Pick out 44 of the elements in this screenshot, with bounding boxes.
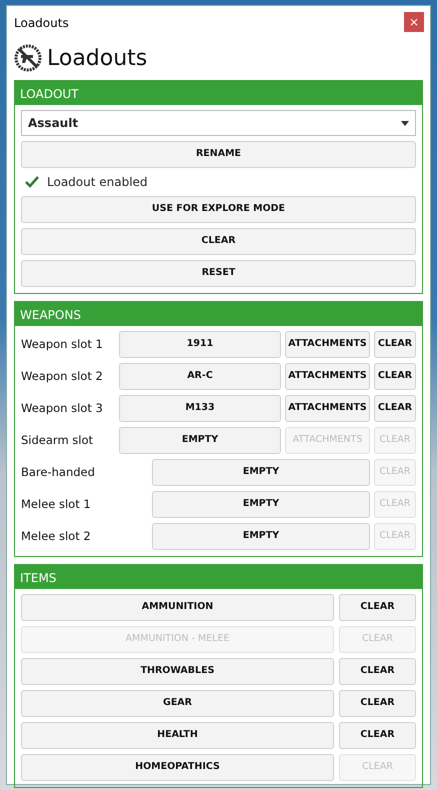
window-title: Loadouts bbox=[14, 15, 69, 32]
loadout-action-button[interactable]: RESET bbox=[21, 260, 416, 287]
rename-button[interactable]: RENAME bbox=[21, 141, 416, 168]
weapon-select-button[interactable]: M133 bbox=[119, 395, 281, 422]
weapon-select-button[interactable]: EMPTY bbox=[119, 427, 281, 454]
slot-label: Weapon slot 1 bbox=[21, 336, 104, 353]
slot-label: Sidearm slot bbox=[21, 432, 94, 449]
section-header: WEAPONS bbox=[15, 302, 422, 326]
slot-label: Weapon slot 3 bbox=[21, 400, 104, 417]
weapon-select-button[interactable]: EMPTY bbox=[152, 523, 370, 550]
logo-icon bbox=[13, 43, 43, 73]
section-header: LOADOUT bbox=[15, 81, 422, 105]
item-category-button[interactable]: GEAR bbox=[21, 690, 334, 717]
loadout-action-button[interactable]: CLEAR bbox=[21, 228, 416, 255]
clear-button[interactable]: CLEAR bbox=[339, 658, 416, 685]
slot-label: Melee slot 2 bbox=[21, 528, 92, 545]
loadout-dropdown[interactable]: Assault bbox=[21, 110, 416, 136]
checkbox[interactable] bbox=[25, 175, 39, 189]
loadout-action-button[interactable]: USE FOR EXPLORE MODE bbox=[21, 196, 416, 223]
caret-icon bbox=[401, 120, 409, 126]
item-category-button[interactable]: THROWABLES bbox=[21, 658, 334, 685]
clear-button[interactable]: CLEAR bbox=[374, 395, 416, 422]
clear-button[interactable]: CLEAR bbox=[374, 363, 416, 390]
weapon-select-button[interactable]: EMPTY bbox=[152, 491, 370, 518]
close-button[interactable]: × bbox=[404, 12, 424, 32]
slot-label: Melee slot 1 bbox=[21, 496, 92, 513]
slot-label: Weapon slot 2 bbox=[21, 368, 104, 385]
clear-button[interactable]: CLEAR bbox=[339, 690, 416, 717]
section-header: ITEMS bbox=[15, 565, 422, 589]
weapon-select-button[interactable]: 1911 bbox=[119, 331, 281, 358]
attachments-button[interactable]: ATTACHMENTS bbox=[285, 363, 370, 390]
item-category-button[interactable]: HOMEOPATHICS bbox=[21, 754, 334, 781]
item-category-button[interactable]: HEALTH bbox=[21, 722, 334, 749]
weapon-select-button[interactable]: AR-C bbox=[119, 363, 281, 390]
clear-button[interactable]: CLEAR bbox=[339, 722, 416, 749]
item-category-button[interactable]: AMMUNITION bbox=[21, 594, 334, 621]
clear-button[interactable]: CLEAR bbox=[374, 331, 416, 358]
window-heading: Loadouts bbox=[47, 44, 148, 72]
attachments-button[interactable]: ATTACHMENTS bbox=[285, 395, 370, 422]
attachments-button[interactable]: ATTACHMENTS bbox=[285, 331, 370, 358]
slot-label: Bare-handed bbox=[21, 464, 96, 481]
checkbox-label: Loadout enabled bbox=[47, 174, 148, 191]
weapon-select-button[interactable]: EMPTY bbox=[152, 459, 370, 486]
clear-button[interactable]: CLEAR bbox=[339, 594, 416, 621]
